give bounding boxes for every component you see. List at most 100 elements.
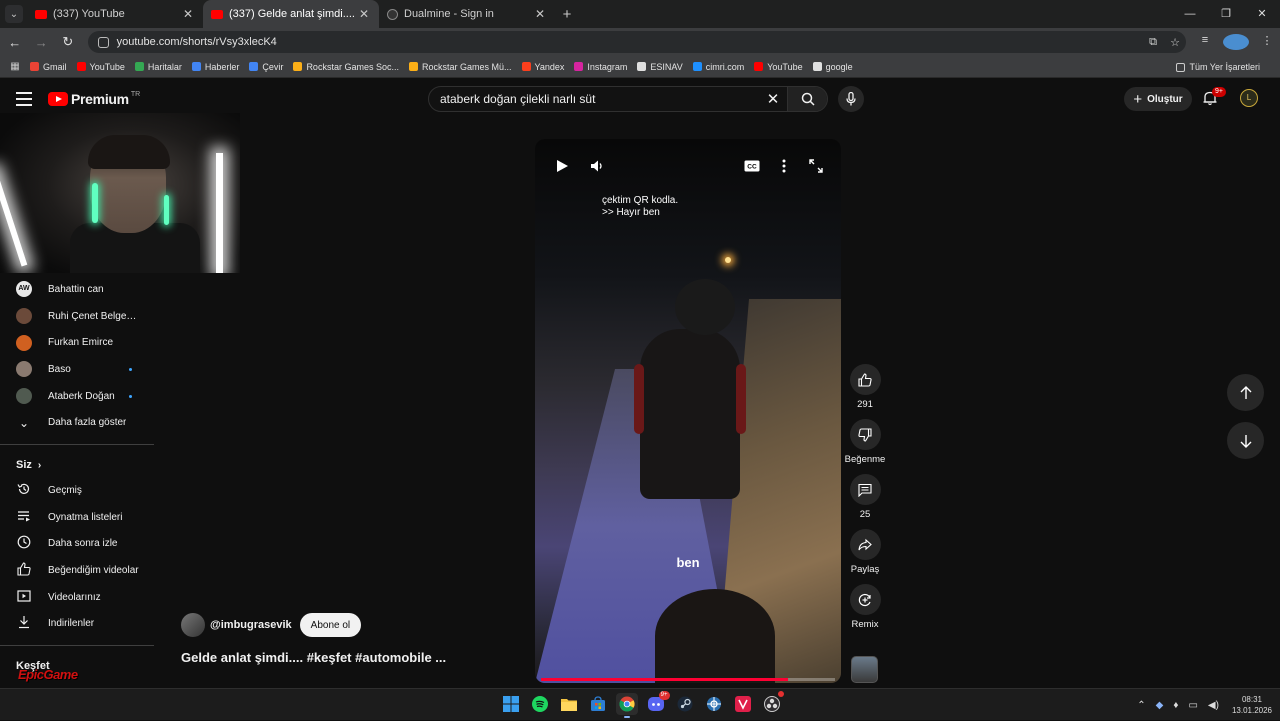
dislike-button[interactable]	[849, 419, 881, 450]
minimize-icon[interactable]: —	[1172, 0, 1208, 28]
close-tab-icon[interactable]: ✕	[533, 7, 547, 21]
show-hidden-icons-icon[interactable]: ⌃	[1137, 700, 1145, 711]
close-tab-icon[interactable]: ✕	[181, 7, 195, 21]
like-button[interactable]	[849, 364, 881, 395]
bookmark-item[interactable]: cimri.com	[692, 62, 744, 72]
network-icon[interactable]: ▭	[1188, 700, 1197, 711]
all-bookmarks-button[interactable]: Tüm Yer İşaretleri	[1176, 56, 1260, 78]
site-info-icon[interactable]	[97, 36, 109, 48]
fullscreen-button[interactable]	[806, 156, 826, 176]
remix-button[interactable]	[849, 584, 881, 615]
sidebar-subscription-item[interactable]: AW Bahattin can	[0, 276, 154, 303]
sidebar-subscription-item[interactable]: Furkan Emirce	[0, 329, 154, 356]
bookmark-item[interactable]: YouTube	[754, 61, 803, 72]
forward-icon[interactable]: →	[30, 35, 54, 50]
discord-badge: 9+	[658, 691, 670, 700]
notifications-button[interactable]: 9+	[1202, 87, 1226, 108]
bookmark-item[interactable]: YouTube	[76, 62, 125, 72]
search-button[interactable]	[787, 87, 827, 111]
chrome-taskbar-icon[interactable]	[615, 693, 638, 718]
spotify-taskbar-icon[interactable]	[529, 693, 551, 715]
store-taskbar-icon[interactable]	[587, 693, 609, 715]
chevron-right-icon: ›	[37, 459, 42, 471]
bookmark-label: YouTube	[767, 61, 803, 72]
video-title[interactable]: Gelde anlat şimdi.... #keşfet #automobil…	[181, 650, 446, 665]
apps-grid-icon[interactable]: ▦	[0, 61, 30, 72]
browser-tab-3[interactable]: Dualmine - Sign in ✕	[379, 0, 555, 28]
microphone-tray-icon[interactable]: ♦	[1173, 700, 1178, 711]
next-short-button[interactable]	[1227, 422, 1264, 459]
bookmark-item[interactable]: Gmail	[30, 62, 67, 72]
start-button[interactable]	[500, 693, 522, 715]
channel-name[interactable]: @imbugrasevik	[210, 619, 292, 631]
file-explorer-taskbar-icon[interactable]	[558, 693, 580, 715]
bookmark-item[interactable]: google	[812, 62, 853, 72]
create-label: Oluştur	[1147, 93, 1183, 105]
tab-search-button[interactable]: ⌄	[5, 5, 23, 23]
more-options-button[interactable]	[774, 156, 794, 176]
browser-tab-1[interactable]: (337) YouTube ✕	[27, 0, 203, 28]
shorts-player[interactable]: CC çektim QR kodla. >> Hayır ben ben	[535, 139, 841, 683]
browser-tab-2[interactable]: (337) Gelde anlat şimdi.... #keşf ✕	[203, 0, 379, 28]
media-control-icon[interactable]: ≡	[1192, 34, 1218, 50]
sidebar-subscription-item[interactable]: Ruhi Çenet Belgesel...	[0, 303, 154, 330]
bookmark-item[interactable]: Çevir	[249, 62, 283, 72]
sidebar-item-playlist[interactable]: Oynatma listeleri	[0, 504, 154, 531]
video-progress-bar[interactable]	[541, 678, 835, 681]
comments-button[interactable]	[849, 474, 881, 505]
previous-short-button[interactable]	[1227, 374, 1264, 411]
install-app-icon[interactable]: ⧉	[1142, 36, 1164, 49]
browser-menu-icon[interactable]: ⋮	[1254, 34, 1280, 50]
search-input[interactable]: ataberk doğan çilekli narlı süt	[429, 92, 759, 106]
captions-button[interactable]: CC	[742, 156, 762, 176]
bookmark-item[interactable]: Yandex	[521, 62, 564, 72]
youtube-premium-logo[interactable]: Premium TR	[48, 91, 140, 107]
sidebar-subscription-item[interactable]: Baso	[0, 356, 154, 383]
network-app-taskbar-icon[interactable]	[703, 693, 725, 715]
steam-tray-icon[interactable]: ◆	[1156, 700, 1164, 711]
create-button[interactable]: + Oluştur	[1124, 87, 1192, 111]
account-avatar[interactable]: L	[1240, 89, 1258, 107]
discord-taskbar-icon[interactable]: 9+	[645, 691, 670, 715]
red-app-taskbar-icon[interactable]	[732, 693, 754, 715]
search-box[interactable]: ataberk doğan çilekli narlı süt ✕	[428, 86, 828, 112]
bookmark-item[interactable]: Haritalar	[134, 62, 182, 72]
obs-taskbar-icon[interactable]	[761, 691, 784, 715]
profile-avatar-icon[interactable]	[1223, 34, 1249, 50]
youtube-favicon-icon	[35, 9, 47, 19]
voice-search-button[interactable]	[838, 86, 864, 112]
reload-icon[interactable]: ↻	[56, 34, 80, 50]
guide-menu-icon[interactable]	[16, 92, 32, 106]
bookmark-item[interactable]: Haberler	[191, 62, 239, 72]
sidebar-subscription-item[interactable]: Ataberk Doğan	[0, 383, 154, 410]
sidebar-item-video[interactable]: Videolarınız	[0, 584, 154, 611]
subscribe-button[interactable]: Abone ol	[299, 613, 362, 637]
volume-tray-icon[interactable]: ◀)	[1208, 700, 1219, 711]
sidebar-item-clock[interactable]: Daha sonra izle	[0, 531, 154, 558]
bookmark-star-icon[interactable]: ☆	[1164, 36, 1186, 49]
sidebar-item-download[interactable]: İndirilenler	[0, 611, 154, 638]
clock[interactable]: 08:31 13.01.2026	[1232, 694, 1272, 716]
volume-button[interactable]	[587, 156, 607, 176]
new-tab-button[interactable]: +	[555, 6, 579, 23]
steam-taskbar-icon[interactable]	[674, 693, 696, 715]
share-button[interactable]	[849, 529, 881, 560]
clear-search-icon[interactable]: ✕	[759, 90, 787, 108]
bookmark-item[interactable]: Rockstar Games Mü...	[408, 62, 512, 72]
address-bar[interactable]: youtube.com/shorts/rVsy3xlecK4 ⧉ ☆	[87, 31, 1186, 53]
play-button[interactable]	[552, 156, 572, 176]
show-more-button[interactable]: ⌄ Daha fazla göster	[0, 409, 154, 436]
sidebar-item-thumb-up[interactable]: Beğendiğim videolar	[0, 557, 154, 584]
bookmark-item[interactable]: ESINAV	[637, 62, 683, 72]
channel-avatar[interactable]	[181, 613, 205, 637]
audio-source-thumbnail[interactable]	[851, 656, 878, 683]
restore-icon[interactable]: ❐	[1208, 0, 1244, 28]
channel-avatar	[16, 308, 32, 325]
close-tab-icon[interactable]: ✕	[357, 7, 371, 21]
sidebar-item-history[interactable]: Geçmiş	[0, 477, 154, 504]
bookmark-item[interactable]: Rockstar Games Soc...	[293, 62, 399, 72]
close-window-icon[interactable]: ✕	[1244, 0, 1280, 28]
bookmark-item[interactable]: Instagram	[574, 62, 627, 72]
you-section-heading[interactable]: Siz ›	[0, 453, 154, 477]
back-icon[interactable]: ←	[3, 35, 27, 50]
